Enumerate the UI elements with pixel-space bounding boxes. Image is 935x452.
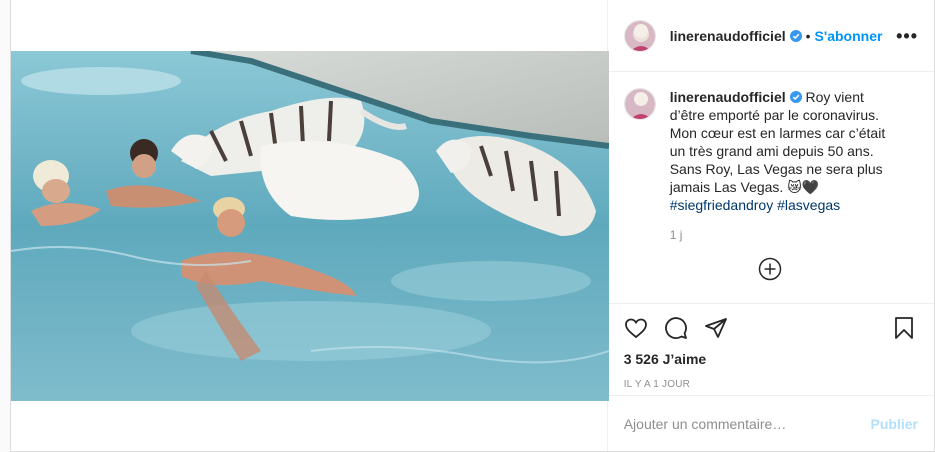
- post-media: [11, 0, 609, 451]
- caption-age: 1 j: [669, 228, 683, 242]
- comment-icon[interactable]: [664, 316, 688, 340]
- bookmark-icon[interactable]: [892, 316, 916, 340]
- plus-circle-icon[interactable]: [758, 257, 782, 281]
- action-bar: [607, 303, 934, 351]
- hashtag-link[interactable]: #lasvegas: [777, 197, 840, 213]
- add-comment-bar: Publier: [607, 395, 934, 451]
- comments-area: linerenaudofficiel Roy vient d’être empo…: [608, 72, 934, 303]
- caption-username[interactable]: linerenaudofficiel: [670, 89, 786, 105]
- caption: linerenaudofficiel Roy vient d’être empo…: [623, 88, 918, 214]
- post-photo[interactable]: [11, 51, 609, 401]
- comment-input[interactable]: [623, 415, 871, 432]
- post-sidebar: linerenaudofficiel • S'abonner ••• liner…: [607, 0, 934, 451]
- hashtag-link[interactable]: #siegfriedandroy: [670, 197, 774, 213]
- likes-count[interactable]: 3 526 J’aime: [608, 351, 934, 369]
- verified-badge-icon: [789, 29, 802, 42]
- caption-emoji: 😿🖤: [787, 179, 820, 195]
- heart-icon[interactable]: [624, 316, 648, 340]
- separator-dot: •: [805, 27, 811, 44]
- verified-badge-icon: [789, 91, 802, 103]
- follow-button[interactable]: S'abonner: [815, 28, 883, 44]
- share-icon[interactable]: [704, 316, 728, 340]
- post-age[interactable]: IL Y A 1 JOUR: [608, 379, 934, 395]
- more-icon: •••: [896, 25, 918, 46]
- header-username[interactable]: linerenaudofficiel: [670, 28, 786, 44]
- caption-avatar[interactable]: [623, 88, 656, 120]
- post-header: linerenaudofficiel • S'abonner •••: [607, 0, 934, 72]
- instagram-post: linerenaudofficiel • S'abonner ••• liner…: [10, 0, 935, 452]
- publish-button[interactable]: Publier: [871, 416, 918, 432]
- more-options-button[interactable]: •••: [896, 27, 918, 45]
- avatar[interactable]: [623, 19, 656, 52]
- caption-text: linerenaudofficiel Roy vient d’être empo…: [670, 88, 900, 214]
